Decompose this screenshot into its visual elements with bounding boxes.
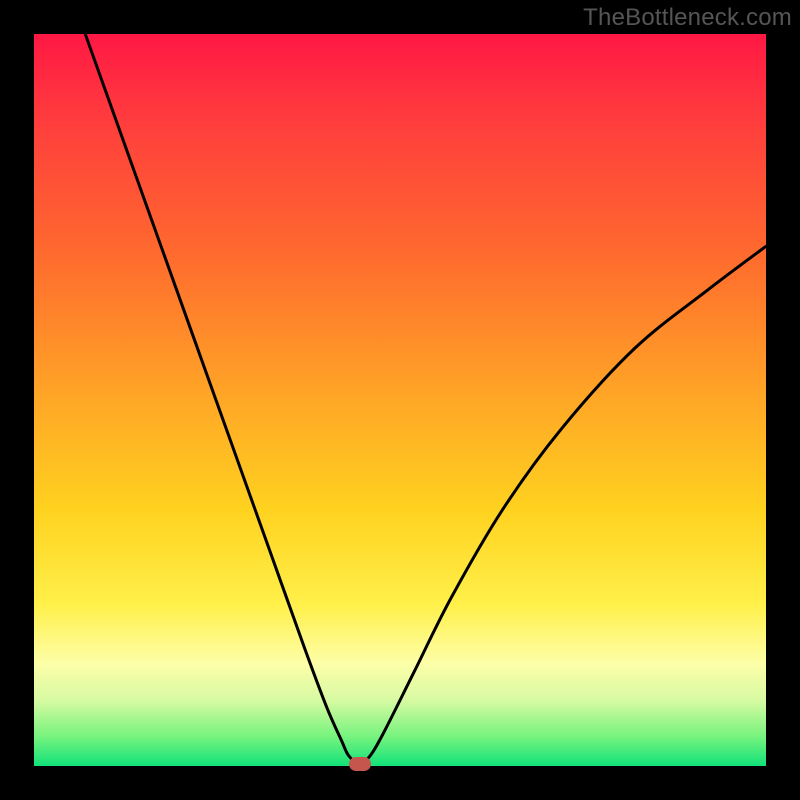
chart-frame: TheBottleneck.com	[0, 0, 800, 800]
gradient-plot-area	[34, 34, 766, 766]
watermark-text: TheBottleneck.com	[583, 4, 792, 32]
min-marker-icon	[349, 757, 371, 771]
bottleneck-curve	[34, 34, 766, 766]
